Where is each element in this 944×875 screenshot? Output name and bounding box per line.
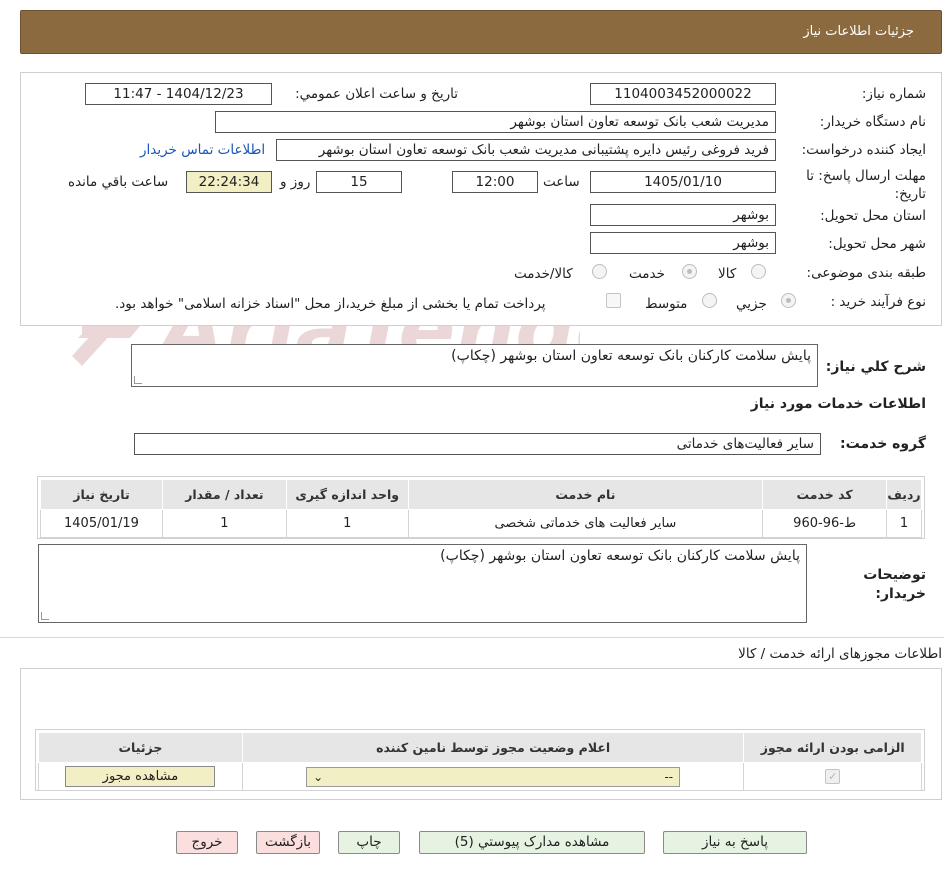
resize-grip-icon[interactable] [134, 376, 142, 384]
days-field: 15 [316, 171, 402, 193]
province-field: بوشهر [590, 204, 776, 226]
table-row: ✓ ⌄ -- مشاهده مجوز [38, 762, 922, 791]
category-goods-radio[interactable] [751, 264, 766, 279]
process-type-label: نوع فرآیند خرید : [830, 294, 926, 310]
announce-date-label: تاریخ و ساعت اعلان عمومي: [295, 86, 458, 102]
cell-index: 1 [886, 509, 922, 538]
resize-grip-icon[interactable] [41, 612, 49, 620]
category-label: طبقه بندی موضوعی: [806, 265, 926, 281]
permits-table: الزامی بودن ارائه مجوز اعلام وضعیت مجوز … [38, 732, 922, 791]
remaining-time-label: ساعت باقي مانده [68, 174, 169, 190]
back-button[interactable]: بازگشت [256, 831, 320, 854]
services-section-title: اطلاعات خدمات مورد نیاز [750, 396, 926, 412]
services-table: ردیف کد خدمت نام خدمت واحد اندازه گیری ت… [40, 479, 922, 538]
col-permit-details: جزئیات [38, 732, 243, 763]
buyer-org-field: مدیریت شعب بانک توسعه تعاون استان بوشهر [215, 111, 776, 133]
print-button[interactable]: چاپ [338, 831, 400, 854]
process-minor-radio[interactable] [781, 293, 796, 308]
process-minor-label: جزيي [736, 296, 767, 312]
treasury-payment-note: پرداخت تمام یا بخشی از مبلغ خرید،از محل … [115, 296, 546, 312]
city-label: شهر محل تحویل: [828, 236, 926, 252]
creator-field: فرید فروغی رئیس دایره پشتیبانی مدیریت شع… [276, 139, 776, 161]
view-permit-button[interactable]: مشاهده مجوز [65, 766, 216, 787]
process-medium-radio[interactable] [702, 293, 717, 308]
description-label: شرح کلي نیاز: [825, 359, 926, 375]
cell-code: ط-96-960 [762, 509, 888, 538]
cell-name: سایر فعالیت های خدماتی شخصی [407, 509, 764, 538]
deadline-label: مهلت ارسال پاسخ: تا تاریخ: [806, 168, 926, 202]
category-goods-service-label: کالا/خدمت [514, 266, 573, 282]
days-label: روز و [280, 174, 311, 190]
col-need-date: تاریخ نیاز [40, 479, 163, 510]
col-permit-status: اعلام وضعیت مجوز توسط نامین کننده [241, 732, 745, 763]
announce-date-field: 1404/12/23 - 11:47 [85, 83, 272, 105]
permit-status-select[interactable]: ⌄ -- [306, 766, 681, 787]
remaining-time-field: 22:24:34 [186, 171, 272, 193]
need-number-field: 1104003452000022 [590, 83, 776, 105]
description-text: پایش سلامت کارکنان بانک توسعه تعاون استا… [451, 348, 811, 364]
need-number-label: شماره نیاز: [861, 86, 926, 102]
category-goods-label: کالا [718, 266, 737, 282]
cell-permit-required: ✓ [743, 762, 922, 791]
treasury-payment-checkbox[interactable] [606, 293, 621, 308]
table-row: 1 ط-96-960 سایر فعالیت های خدماتی شخصی 1… [40, 509, 922, 538]
deadline-date-field: 1405/01/10 [590, 171, 776, 193]
deadline-time-label: ساعت [543, 174, 580, 190]
col-service-code: کد خدمت [762, 479, 888, 510]
cell-permit-status: ⌄ -- [241, 762, 745, 791]
cell-permit-details: مشاهده مجوز [38, 762, 243, 791]
category-service-label: خدمت [629, 266, 665, 282]
permits-section-title: اطلاعات مجوزهای ارائه خدمت / کالا [738, 646, 942, 662]
page-title: جزئیات اطلاعات نیاز [803, 24, 914, 39]
creator-label: ایجاد کننده درخواست: [801, 142, 926, 158]
view-attachments-button[interactable]: مشاهده مدارک پیوستي (5) [419, 831, 645, 854]
description-textarea[interactable]: پایش سلامت کارکنان بانک توسعه تعاون استا… [131, 344, 818, 387]
buyer-org-label: نام دستگاه خریدار: [819, 114, 926, 130]
buyer-notes-label: توضیحات خریدار: [863, 567, 926, 602]
col-unit: واحد اندازه گیری [285, 479, 409, 510]
reply-to-need-button[interactable]: پاسخ به نیاز [663, 831, 807, 854]
category-service-radio[interactable] [682, 264, 697, 279]
cell-qty: 1 [161, 509, 287, 538]
province-label: استان محل تحویل: [820, 208, 926, 224]
city-field: بوشهر [590, 232, 776, 254]
col-permit-required: الزامی بودن ارائه مجوز [743, 732, 922, 763]
col-quantity: تعداد / مقدار [161, 479, 287, 510]
section-divider [0, 637, 944, 638]
col-row: ردیف [886, 479, 922, 510]
buyer-contact-link[interactable]: اطلاعات تماس خریدار [140, 142, 265, 158]
cell-date: 1405/01/19 [40, 509, 163, 538]
service-group-label: گروه خدمت: [840, 436, 926, 452]
chevron-down-icon: ⌄ [313, 769, 324, 784]
process-medium-label: متوسط [645, 296, 688, 312]
cell-unit: 1 [285, 509, 409, 538]
buyer-notes-textarea[interactable]: پایش سلامت کارکنان بانک توسعه تعاون استا… [38, 544, 807, 623]
deadline-time-field: 12:00 [452, 171, 538, 193]
permit-status-value: -- [664, 769, 674, 784]
category-goods-service-radio[interactable] [592, 264, 607, 279]
exit-button[interactable]: خروج [176, 831, 238, 854]
checkmark-icon: ✓ [825, 769, 841, 784]
col-service-name: نام خدمت [407, 479, 764, 510]
buyer-notes-text: پایش سلامت کارکنان بانک توسعه تعاون استا… [440, 548, 800, 564]
service-group-field: سایر فعالیت‌های خدماتی [134, 433, 821, 455]
